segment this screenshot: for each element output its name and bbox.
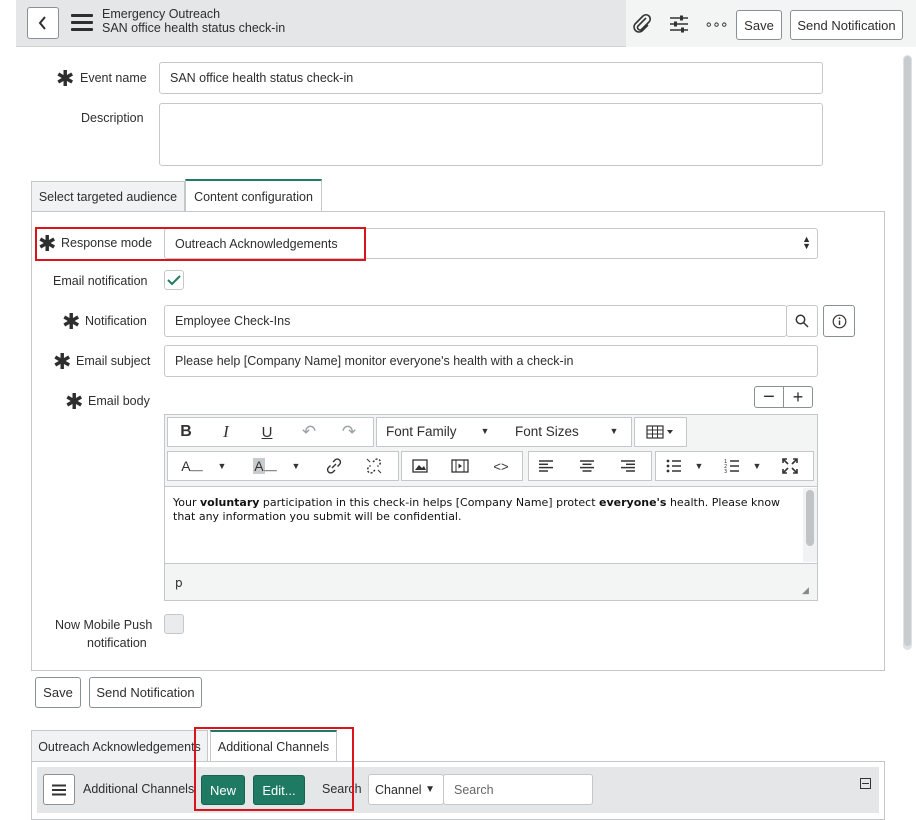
italic-icon[interactable]: I bbox=[213, 420, 239, 444]
body-bold-segment: everyone's bbox=[599, 496, 667, 509]
send-notification-button[interactable]: Send Notification bbox=[89, 677, 202, 708]
font-sizes-dropdown[interactable]: Font Sizes bbox=[515, 424, 579, 439]
paperclip-icon[interactable] bbox=[629, 11, 655, 37]
highlight-box bbox=[35, 227, 366, 261]
event-name-input[interactable]: SAN office health status check-in bbox=[159, 62, 823, 94]
record-name: SAN office health status check-in bbox=[102, 21, 286, 35]
list-title: Additional Channels bbox=[83, 782, 195, 796]
search-field-value: Channel bbox=[375, 782, 422, 797]
form-menu-icon[interactable] bbox=[71, 14, 93, 32]
numbered-list-icon[interactable]: 123 bbox=[720, 455, 744, 477]
align-left-icon[interactable] bbox=[534, 455, 558, 477]
table-icon[interactable] bbox=[640, 421, 680, 443]
align-center-icon[interactable] bbox=[575, 455, 599, 477]
checkmark-icon bbox=[167, 275, 181, 286]
collapse-icon[interactable] bbox=[860, 778, 871, 789]
redo-icon[interactable]: ↷ bbox=[336, 420, 362, 444]
body-text-segment: Your bbox=[173, 496, 200, 509]
email-body-label: Email body bbox=[88, 394, 150, 408]
search-icon bbox=[795, 314, 809, 328]
description-label: Description bbox=[81, 111, 144, 125]
mobile-push-label: notification bbox=[87, 636, 147, 650]
text-color-icon[interactable]: A __ bbox=[175, 455, 209, 477]
chevron-down-icon[interactable]: ▼ bbox=[215, 459, 229, 473]
info-icon bbox=[832, 314, 846, 328]
image-icon[interactable] bbox=[408, 455, 432, 477]
chevron-down-icon[interactable]: ▼ bbox=[289, 459, 303, 473]
email-notification-label: Email notification bbox=[53, 274, 148, 288]
notification-info-button[interactable] bbox=[823, 305, 855, 337]
mandatory-icon: ✱ bbox=[62, 309, 81, 334]
notification-label: Notification bbox=[85, 314, 147, 328]
unlink-icon[interactable] bbox=[362, 455, 386, 477]
undo-icon[interactable]: ↶ bbox=[296, 420, 322, 444]
fullscreen-icon[interactable] bbox=[778, 455, 802, 477]
bullet-list-icon[interactable] bbox=[662, 455, 686, 477]
mobile-push-checkbox[interactable] bbox=[164, 614, 184, 634]
mandatory-icon: ✱ bbox=[56, 66, 75, 91]
event-name-label: Event name bbox=[80, 71, 147, 85]
body-text-segment: participation in this check-in helps [Co… bbox=[259, 496, 600, 509]
send-notification-button[interactable]: Send Notification bbox=[790, 10, 903, 40]
mandatory-icon: ✱ bbox=[53, 349, 72, 374]
align-right-icon[interactable] bbox=[616, 455, 640, 477]
chevron-down-icon[interactable]: ▼ bbox=[478, 424, 492, 438]
chevron-down-icon[interactable]: ▼ bbox=[750, 459, 764, 473]
email-notification-checkbox[interactable] bbox=[164, 270, 184, 290]
chevron-down-icon: ▼ bbox=[425, 784, 435, 795]
source-code-icon[interactable]: <> bbox=[489, 455, 513, 477]
description-textarea[interactable] bbox=[159, 103, 823, 166]
background-color-icon[interactable]: A __ bbox=[248, 455, 282, 477]
tab-select-targeted-audience[interactable]: Select targeted audience bbox=[31, 181, 185, 212]
email-subject-label: Email subject bbox=[76, 354, 151, 368]
page-scrollbar-thumb[interactable] bbox=[904, 56, 911, 646]
underline-icon[interactable]: U bbox=[254, 420, 280, 444]
chevron-down-icon[interactable]: ▼ bbox=[607, 424, 621, 438]
plus-icon[interactable]: + bbox=[783, 386, 813, 408]
font-family-dropdown[interactable]: Font Family bbox=[386, 424, 457, 439]
bold-icon[interactable]: B bbox=[173, 420, 199, 444]
chevron-left-icon bbox=[38, 16, 46, 30]
settings-sliders-icon[interactable] bbox=[666, 11, 692, 37]
hamburger-icon bbox=[52, 784, 66, 795]
editor-scrollbar-thumb[interactable] bbox=[806, 490, 814, 546]
tab-outreach-acknowledgements[interactable]: Outreach Acknowledgements bbox=[31, 730, 208, 762]
list-menu-button[interactable] bbox=[43, 774, 75, 805]
record-type: Emergency Outreach bbox=[102, 7, 221, 21]
save-button[interactable]: Save bbox=[35, 677, 81, 708]
more-options-icon[interactable]: ∘∘∘ bbox=[703, 11, 729, 37]
mandatory-icon: ✱ bbox=[65, 389, 84, 414]
email-subject-input[interactable]: Please help [Company Name] monitor every… bbox=[164, 345, 818, 377]
resize-handle-icon[interactable]: ◢ bbox=[802, 585, 809, 596]
chevron-down-icon[interactable]: ▼ bbox=[692, 459, 706, 473]
search-field-select[interactable]: Channel ▼ bbox=[368, 774, 444, 805]
link-icon[interactable] bbox=[322, 455, 346, 477]
minus-icon[interactable]: − bbox=[754, 386, 784, 408]
tab-content-configuration[interactable]: Content configuration bbox=[185, 179, 322, 213]
notification-lookup-button[interactable] bbox=[786, 305, 818, 337]
mobile-push-label: Now Mobile Push bbox=[55, 618, 153, 632]
select-arrows-icon: ▲ ▼ bbox=[802, 234, 811, 251]
save-button[interactable]: Save bbox=[736, 10, 782, 40]
highlight-box bbox=[194, 727, 354, 811]
email-body-text: Your voluntary participation in this che… bbox=[173, 496, 795, 523]
svg-text:3: 3 bbox=[724, 469, 727, 473]
notification-input[interactable]: Employee Check-Ins bbox=[164, 305, 787, 337]
search-input[interactable]: Search bbox=[443, 774, 593, 805]
back-button[interactable] bbox=[27, 7, 59, 39]
body-bold-segment: voluntary bbox=[199, 496, 260, 509]
editor-status-path: p bbox=[175, 576, 183, 590]
video-icon[interactable] bbox=[448, 455, 472, 477]
